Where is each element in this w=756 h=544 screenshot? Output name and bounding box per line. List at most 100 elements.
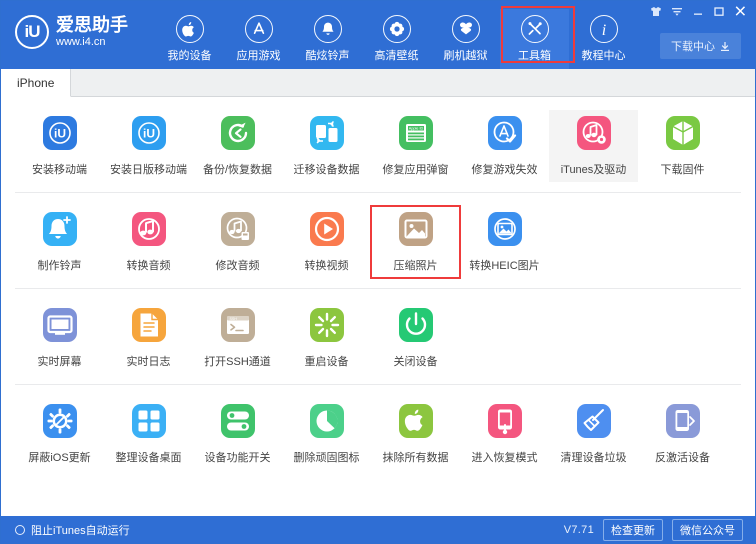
version-label: V7.71 [564,524,594,536]
tool-item[interactable]: iU安装移动端 [15,110,104,182]
tool-item[interactable]: 删除顽固图标 [282,398,371,470]
firmware-box-icon [666,116,700,150]
flower-icon [383,15,411,43]
tool-item[interactable]: 转换音频 [104,206,193,278]
tool-item[interactable]: 整理设备桌面 [104,398,193,470]
appleid-card-icon: Apple ID [399,116,433,150]
tools-row-1: 制作铃声 转换音频 修改音频 转换视频 压缩照片 转换HEIC图片 [15,193,741,289]
tool-item-label: 进入恢复模式 [472,449,538,465]
tool-item-label: 整理设备桌面 [116,449,182,465]
tool-item[interactable]: 进入恢复模式 [460,398,549,470]
music-note-icon [132,212,166,246]
device-tab-strip: iPhone [1,69,755,97]
tool-item-label: 制作铃声 [38,257,82,273]
check-update-button[interactable]: 检查更新 [603,519,663,541]
tool-item-label: 转换音频 [127,257,171,273]
tool-item[interactable]: 重启设备 [282,302,371,374]
tool-item[interactable]: 压缩照片 [371,206,460,278]
menu-icon[interactable] [671,6,683,17]
minimize-icon[interactable] [692,6,704,17]
monitor-icon [43,308,77,342]
tool-item-label: iTunes及驱动 [561,161,627,177]
tool-item[interactable]: 实时屏幕 [15,302,104,374]
power-icon [399,308,433,342]
tool-item[interactable]: 设备功能开关 [193,398,282,470]
tool-item[interactable]: 转换HEIC图片 [460,206,549,278]
tool-item[interactable]: Apple ID修复应用弹窗 [371,110,460,182]
brand-logo: iU 爱思助手 www.i4.cn [15,15,155,49]
itunes-gear-icon [577,116,611,150]
radio-icon [15,525,25,535]
tool-item-label: 压缩照片 [394,257,438,273]
migrate-icon [310,116,344,150]
nav-item-2[interactable]: 酷炫铃声 [293,9,362,69]
i4-logo-icon: iU [15,15,49,49]
tool-item[interactable]: SSH 打开SSH通道 [193,302,282,374]
tool-item[interactable]: 关闭设备 [371,302,460,374]
tool-item[interactable]: 清理设备垃圾 [549,398,638,470]
tool-item-label: 实时日志 [127,353,171,369]
download-center-button[interactable]: 下载中心 [660,33,741,59]
image-icon [399,212,433,246]
tool-item-label: 重启设备 [305,353,349,369]
tool-item-label: 屏蔽iOS更新 [28,449,90,465]
heic-image-icon [488,212,522,246]
nav-item-6[interactable]: i教程中心 [569,9,638,69]
tools-row-2: 实时屏幕实时日志 SSH 打开SSH通道 重启设备 关闭设备 [15,289,741,385]
tool-item[interactable]: 抹除所有数据 [371,398,460,470]
tab-iphone[interactable]: iPhone [1,69,71,97]
toggles-icon [221,404,255,438]
music-edit-icon [221,212,255,246]
main-nav: 我的设备应用游戏酷炫铃声高清壁纸刷机越狱工具箱i教程中心 [155,9,638,69]
maximize-icon[interactable] [713,6,725,17]
tool-item[interactable]: iU安装日版移动端 [104,110,193,182]
skin-icon[interactable] [650,6,662,17]
nav-item-label: 酷炫铃声 [293,47,362,63]
svg-text:iU: iU [143,127,155,141]
tool-item[interactable]: 下载固件 [638,110,727,182]
nav-item-label: 我的设备 [155,47,224,63]
app-window: iU 爱思助手 www.i4.cn 我的设备应用游戏酷炫铃声高清壁纸刷机越狱工具… [0,0,756,544]
tool-item[interactable]: 备份/恢复数据 [193,110,282,182]
svg-text:iU: iU [54,127,66,141]
wechat-button[interactable]: 微信公众号 [672,519,743,541]
tool-item[interactable]: 迁移设备数据 [282,110,371,182]
tool-item[interactable]: 实时日志 [104,302,193,374]
i4-app-icon: iU [43,116,77,150]
tool-item-label: 反激活设备 [655,449,710,465]
nav-item-3[interactable]: 高清壁纸 [362,9,431,69]
bell-icon [314,15,342,43]
phone-pin-icon [488,404,522,438]
nav-item-4[interactable]: 刷机越狱 [431,9,500,69]
info-icon: i [590,15,618,43]
tool-item[interactable]: 屏蔽iOS更新 [15,398,104,470]
tool-item-label: 修改音频 [216,257,260,273]
tool-item[interactable]: 修复游戏失效 [460,110,549,182]
block-itunes-toggle[interactable]: 阻止iTunes自动运行 [15,522,130,538]
block-itunes-label: 阻止iTunes自动运行 [31,522,130,538]
tool-item[interactable]: 制作铃声 [15,206,104,278]
nav-item-5[interactable]: 工具箱 [500,9,569,69]
tool-item-label: 转换视频 [305,257,349,273]
phone-deact-icon [666,404,700,438]
close-icon[interactable] [734,5,747,17]
appstore-check-icon [488,116,522,150]
nav-item-label: 应用游戏 [224,47,293,63]
block-update-icon [43,404,77,438]
tools-row-3: 屏蔽iOS更新 整理设备桌面设备功能开关删除顽固图标抹除所有数据进入恢复模式清理设… [15,385,741,480]
restore-icon [221,116,255,150]
nav-item-0[interactable]: 我的设备 [155,9,224,69]
svg-text:SSH: SSH [229,317,237,321]
restart-icon [310,308,344,342]
nav-item-1[interactable]: 应用游戏 [224,9,293,69]
tool-item[interactable]: 反激活设备 [638,398,727,470]
apple-icon [176,15,204,43]
brand-name: 爱思助手 [56,16,128,35]
tool-item-label: 打开SSH通道 [204,353,271,369]
tool-item[interactable]: 修改音频 [193,206,282,278]
tool-item-label: 修复游戏失效 [472,161,538,177]
tool-item[interactable]: 转换视频 [282,206,371,278]
tool-item[interactable]: iTunes及驱动 [549,110,638,182]
tools-grid: iU安装移动端iU安装日版移动端备份/恢复数据迁移设备数据Apple ID修复应… [1,97,755,516]
terminal-icon: SSH [221,308,255,342]
